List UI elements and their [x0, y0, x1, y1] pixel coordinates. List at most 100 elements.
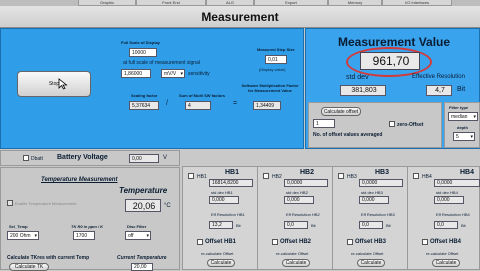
hb3-std-label: std dev HB3	[361, 190, 383, 195]
sw-mult-field: 1,34409	[253, 101, 281, 110]
dbatt-label: Dbatt	[31, 156, 43, 162]
enable-temp-checkbox[interactable]	[7, 200, 13, 206]
battery-panel: Dbatt Battery Voltage 0,00 V	[0, 150, 180, 166]
hb4-eff-unit: Bit	[461, 223, 466, 228]
hb2-std-field: 0,000	[284, 196, 314, 204]
measurement-value-panel: Measurement Value 961,70 std dev Effecti…	[305, 28, 480, 149]
offset-averaged-field[interactable]: 1	[313, 119, 335, 128]
hb2-calculate-button[interactable]: Calculate	[282, 259, 310, 267]
scaling-factor-label: Scaling factor	[131, 93, 158, 98]
battery-voltage-label: Battery Voltage	[57, 154, 108, 161]
temperature-panel: Temperature Measurement Enable Temperatu…	[0, 167, 180, 271]
depth-label: depth	[457, 125, 468, 130]
zero-offset-label: zero-Offset	[397, 122, 424, 128]
hb2-calculate-label: Calculate	[285, 260, 307, 266]
hb2-offset-label: Offset HB2	[280, 239, 312, 245]
mouse-pointer-icon	[58, 78, 68, 92]
temp-section-label: Temperature Measurement	[41, 177, 118, 183]
dbatt-checkbox[interactable]	[23, 155, 29, 161]
temperature-field: 20,06	[125, 199, 161, 212]
eff-res-field: 4,7	[426, 85, 452, 96]
sum-sw-factors-label: Sum of Multi SW factors	[179, 93, 225, 98]
step-size-sublabel: (Display value)	[259, 67, 286, 72]
hb1-calculate-button[interactable]: Calculate	[207, 259, 235, 267]
calculate-offset-button[interactable]: Calculate offset	[321, 107, 361, 116]
hb3-value-field: 0,0000	[359, 179, 403, 187]
hb3-title: HB3	[375, 169, 390, 176]
hb1-calculate-label: Calculate	[210, 260, 232, 266]
hb1-std-field: 0,000	[209, 196, 239, 204]
hb2-small-label: HB2	[272, 174, 282, 180]
hb1-checkbox[interactable]	[188, 173, 194, 179]
eff-res-label: Effective Resolution	[412, 74, 465, 80]
hb4-eff-field: 0,0	[434, 221, 458, 229]
hb1-value-field: 16814,8200	[209, 179, 253, 187]
unit-select[interactable]: mV/V	[161, 69, 185, 78]
hb2-recalc-label: re-calculate Offset	[276, 251, 309, 256]
battery-unit: V	[163, 155, 168, 161]
temperature-unit: °C	[164, 203, 171, 209]
hb2-std-label: std dev HB2	[286, 190, 308, 195]
hb1-small-label: HB1	[197, 174, 207, 180]
filter-subpanel: Filter type median depth 5	[444, 102, 480, 148]
divide-sign: /	[166, 100, 168, 107]
hb1-panel: HB1 HB1 16814,8200 std dev HB1 0,000 Eff…	[182, 166, 258, 270]
hb2-value-field: 0,0000	[284, 179, 328, 187]
hb3-offset-checkbox[interactable]	[347, 239, 353, 245]
current-temp-label: Current Temperature	[117, 255, 167, 261]
page-title: Measurement	[201, 10, 279, 24]
step-size-label: Measured Step Size	[257, 47, 295, 52]
hb1-eff-field: 13,2	[209, 221, 233, 229]
hb2-eff-field: 0,0	[284, 221, 308, 229]
full-scale-field[interactable]: 10000	[129, 48, 157, 57]
sel-temp-select[interactable]: 200 Ohm	[7, 231, 39, 240]
depth-select[interactable]: 5	[453, 132, 475, 141]
signal-field[interactable]: 1,86000	[121, 69, 151, 78]
hb4-std-label: std dev HB4	[436, 190, 458, 195]
disc-filter-label: Disc Filter	[127, 224, 147, 229]
hb1-offset-checkbox[interactable]	[197, 239, 203, 245]
hb2-title: HB2	[300, 169, 315, 176]
hb4-value-field: 0,0000	[434, 179, 480, 187]
hb3-small-label: HB3	[347, 174, 357, 180]
disc-filter-select[interactable]: off	[125, 231, 151, 240]
measurement-config-panel: Full Scale of Display 10000 at full scal…	[0, 28, 304, 149]
battery-voltage-field: 0,00	[129, 154, 159, 163]
hb2-checkbox[interactable]	[263, 173, 269, 179]
equals-sign: =	[233, 100, 238, 107]
hb3-checkbox[interactable]	[338, 173, 344, 179]
offset-averaged-label: No. of offset values averaged	[313, 132, 383, 138]
std-dev-field: 381,803	[340, 85, 386, 96]
hb4-checkbox[interactable]	[413, 173, 419, 179]
stop-button[interactable]: Stop	[17, 71, 91, 97]
hb4-calculate-label: Calculate	[435, 260, 457, 266]
hb1-title: HB1	[225, 169, 240, 176]
hb3-std-field: 0,000	[359, 196, 389, 204]
eff-res-unit: Bit	[457, 86, 466, 93]
hb1-recalc-label: re-calculate Offset	[201, 251, 234, 256]
step-size-field[interactable]: 0,01	[265, 55, 287, 64]
filter-type-select[interactable]: median	[448, 112, 478, 121]
hb4-title: HB4	[460, 169, 475, 176]
hb1-eff-unit: Bit	[236, 223, 241, 228]
calc-tk-label: Calculate TKres with current Temp	[7, 255, 90, 261]
tk-field[interactable]: 1700	[73, 231, 95, 240]
hb3-calculate-label: Calculate	[360, 260, 382, 266]
hb3-recalc-label: re-calculate Offset	[351, 251, 384, 256]
tk-label: TK R0 in ppm / K	[71, 224, 103, 229]
hb2-panel: HB2 HB2 0,0000 std dev HB2 0,000 Eff Res…	[257, 166, 333, 270]
scaling-factor-field: 5,37634	[129, 101, 159, 110]
hb4-offset-label: Offset HB4	[430, 239, 462, 245]
hb4-panel: HB4 HB4 0,0000 std dev HB4 0,000 Eff Res…	[407, 166, 480, 270]
std-dev-label: std dev	[346, 74, 369, 81]
calculate-offset-label: Calculate offset	[323, 109, 359, 115]
zero-offset-checkbox[interactable]	[389, 121, 395, 127]
hb2-offset-checkbox[interactable]	[272, 239, 278, 245]
hb1-std-label: std dev HB1	[211, 190, 233, 195]
hb4-calculate-button[interactable]: Calculate	[432, 259, 460, 267]
temperature-title: Temperature	[119, 186, 168, 195]
hb3-calculate-button[interactable]: Calculate	[357, 259, 385, 267]
hb4-offset-checkbox[interactable]	[422, 239, 428, 245]
hb4-recalc-label: re-calculate Offset	[426, 251, 459, 256]
hb3-panel: HB3 HB3 0,0000 std dev HB3 0,000 Eff Res…	[332, 166, 408, 270]
